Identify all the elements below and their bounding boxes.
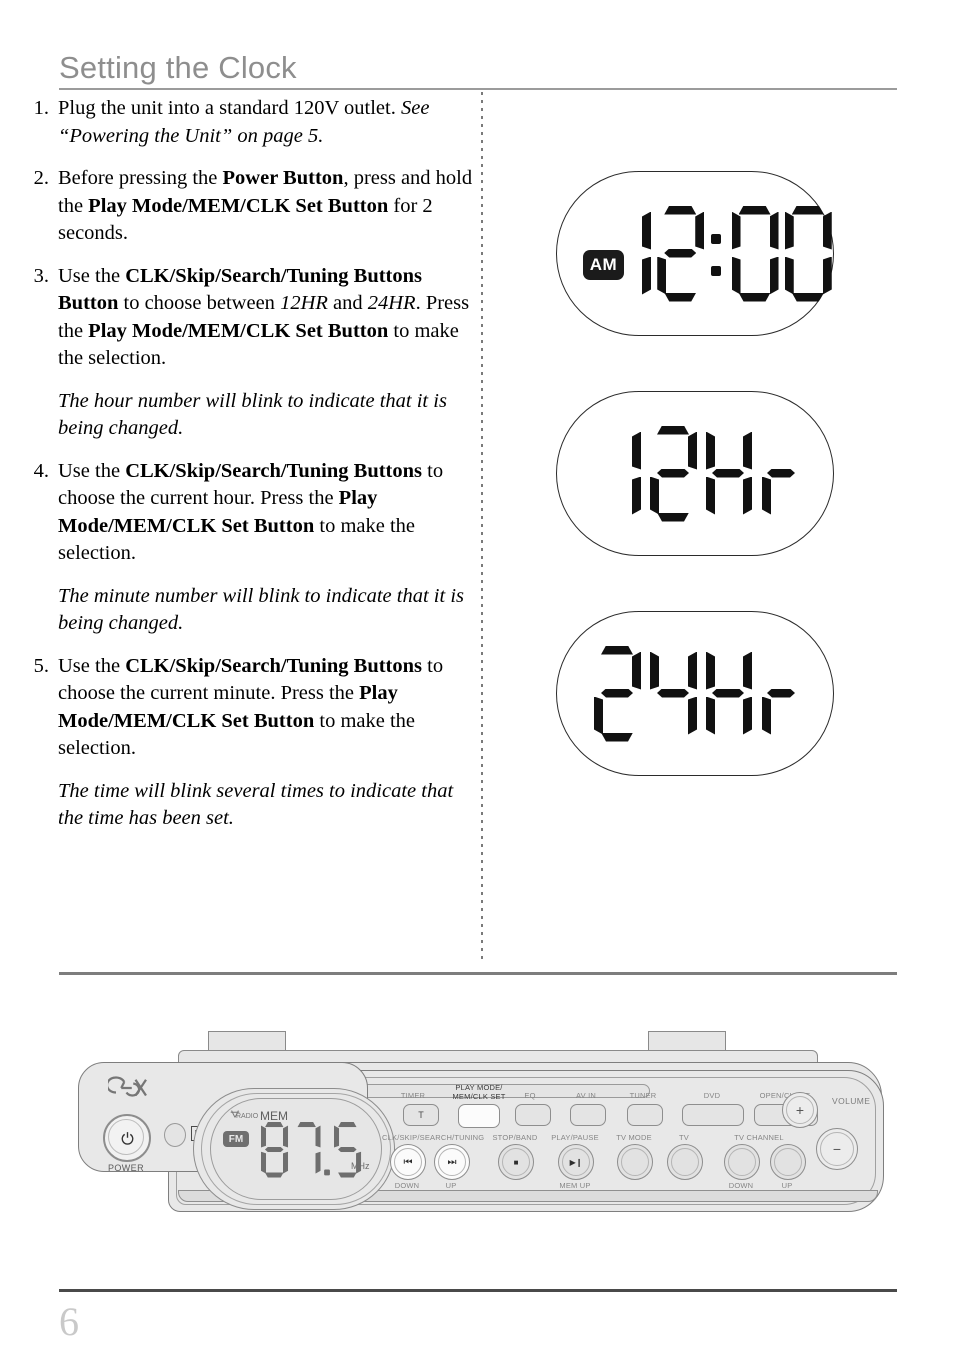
footer-divider	[59, 1289, 897, 1292]
page-title: Setting the Clock	[59, 50, 297, 85]
step-number: 2.	[33, 167, 49, 189]
seven-seg-digit	[650, 426, 696, 522]
note-time-blink: The time will blink several times to ind…	[58, 779, 454, 830]
step-text: Use the CLK/Skip/Search/Tuning Buttons B…	[58, 264, 470, 370]
seven-seg-digit	[594, 646, 640, 742]
seven-seg-digit	[657, 206, 700, 302]
timer-button[interactable]: T	[403, 1104, 439, 1126]
seven-seg-letter-r	[762, 646, 796, 742]
radio-label: RADIO	[236, 1113, 259, 1120]
seven-seg-digit	[604, 206, 647, 302]
timer-label: TIMER	[400, 1091, 426, 1100]
title-divider	[59, 88, 897, 90]
lcd-display-24hr	[556, 611, 834, 776]
seven-seg-digit	[732, 206, 775, 302]
seven-seg-digit	[785, 206, 828, 302]
play-mode-mem-clk-set-button[interactable]	[458, 1104, 500, 1128]
step-number: 4.	[33, 459, 49, 482]
decimal-point	[324, 1169, 330, 1176]
seven-seg-digit	[293, 1122, 320, 1178]
segment-readout-12hr	[557, 392, 833, 555]
step-number: 1.	[33, 97, 49, 119]
power-button[interactable]	[103, 1114, 151, 1162]
power-label: POWER	[107, 1163, 144, 1173]
up-label-tuning: UP	[445, 1181, 457, 1190]
seven-seg-digit	[261, 1122, 288, 1178]
tv-mode-button[interactable]	[617, 1144, 653, 1180]
tuner-label: TUNER	[629, 1091, 657, 1100]
section-divider	[59, 972, 897, 975]
device-illustration: POWER IR FM RADIO MEM MHz TIMER T PLAY M…	[60, 1030, 900, 1230]
instruction-list: 1. Plug the unit into a standard 120V ou…	[24, 95, 474, 848]
volume-down-button[interactable]: −	[816, 1128, 858, 1170]
list-item: 5. Use the CLK/Skip/Search/Tuning Button…	[24, 653, 474, 763]
volume-label: VOLUME	[832, 1096, 871, 1106]
mem-up-label: MEM UP	[559, 1181, 591, 1190]
tv-label: TV	[679, 1133, 689, 1142]
list-item: 3. Use the CLK/Skip/Search/Tuning Button…	[24, 263, 474, 373]
note-hour-blink: The hour number will blink to indicate t…	[58, 389, 447, 440]
manual-page: Setting the Clock 1. Plug the unit into …	[0, 0, 954, 1350]
segment-readout-1200	[557, 172, 833, 335]
tv-channel-label: TV CHANNEL	[734, 1133, 784, 1142]
mem-indicator: MEM	[260, 1109, 288, 1123]
tv-channel-up-button[interactable]	[770, 1144, 806, 1180]
play-pause-label: PLAY/PAUSE	[551, 1133, 599, 1142]
play-pause-icon: ▶❙	[569, 1157, 583, 1167]
dvd-button[interactable]	[682, 1104, 744, 1126]
stop-icon: ■	[513, 1157, 519, 1167]
page-number: 6	[59, 1299, 79, 1344]
note-minute-blink: The minute number will blink to indicate…	[58, 584, 464, 635]
timer-glyph: T	[418, 1110, 424, 1120]
tv-button[interactable]	[667, 1144, 703, 1180]
eq-label: EQ	[524, 1091, 536, 1100]
step-text: Before pressing the Power Button, press …	[58, 167, 473, 244]
plus-icon: +	[795, 1102, 805, 1118]
av-in-button[interactable]	[570, 1104, 606, 1126]
frequency-readout	[258, 1122, 364, 1178]
colon-separator	[708, 206, 723, 302]
list-item: 4. Use the CLK/Skip/Search/Tuning Button…	[24, 458, 474, 568]
list-item: 2. Before pressing the Power Button, pre…	[24, 165, 474, 248]
up-label-channel: UP	[781, 1181, 793, 1190]
seven-seg-digit	[650, 646, 696, 742]
skip-forward-icon: ⏭	[447, 1156, 457, 1168]
seven-seg-letter-h	[706, 426, 752, 522]
down-label-tuning: DOWN	[394, 1181, 420, 1190]
stop-band-button[interactable]: ■	[498, 1144, 534, 1180]
seven-seg-letter-r	[762, 426, 796, 522]
tv-channel-down-button[interactable]	[724, 1144, 760, 1180]
clk-skip-down-button[interactable]: ⏮	[390, 1144, 426, 1180]
seven-seg-letter-h	[706, 646, 752, 742]
column-dotted-divider	[481, 92, 483, 964]
step-text: Use the CLK/Skip/Search/Tuning Buttons t…	[58, 459, 444, 565]
ir-sensor	[164, 1123, 186, 1147]
segment-readout-24hr	[557, 612, 833, 775]
volume-up-button[interactable]: +	[782, 1092, 818, 1128]
clk-skip-up-button[interactable]: ⏭	[434, 1144, 470, 1180]
lcd-display-clock-time: AM	[556, 171, 834, 336]
seven-seg-digit	[594, 426, 640, 522]
step-number: 5.	[33, 654, 49, 677]
dvd-label: DVD	[703, 1091, 721, 1100]
lcd-display-12hr	[556, 391, 834, 556]
play-pause-button[interactable]: ▶❙	[558, 1144, 594, 1180]
stop-band-label: STOP/BAND	[492, 1133, 538, 1142]
fm-indicator: FM	[223, 1131, 249, 1147]
play-mode-label: PLAY MODE/ MEM/CLK SET	[452, 1083, 506, 1101]
gpx-logo	[108, 1076, 147, 1097]
tv-mode-label: TV MODE	[616, 1133, 652, 1142]
tuner-button[interactable]	[627, 1104, 663, 1126]
down-label-channel: DOWN	[728, 1181, 754, 1190]
av-in-label: AV IN	[575, 1091, 597, 1100]
eq-button[interactable]	[515, 1104, 551, 1126]
skip-back-icon: ⏮	[403, 1156, 413, 1168]
step-text: Use the CLK/Skip/Search/Tuning Buttons t…	[58, 654, 444, 760]
step-number: 3.	[33, 264, 49, 287]
minus-icon: −	[832, 1141, 842, 1157]
list-item: 1. Plug the unit into a standard 120V ou…	[24, 95, 474, 150]
seven-seg-digit	[334, 1122, 361, 1178]
step-text: Plug the unit into a standard 120V outle…	[58, 97, 430, 147]
